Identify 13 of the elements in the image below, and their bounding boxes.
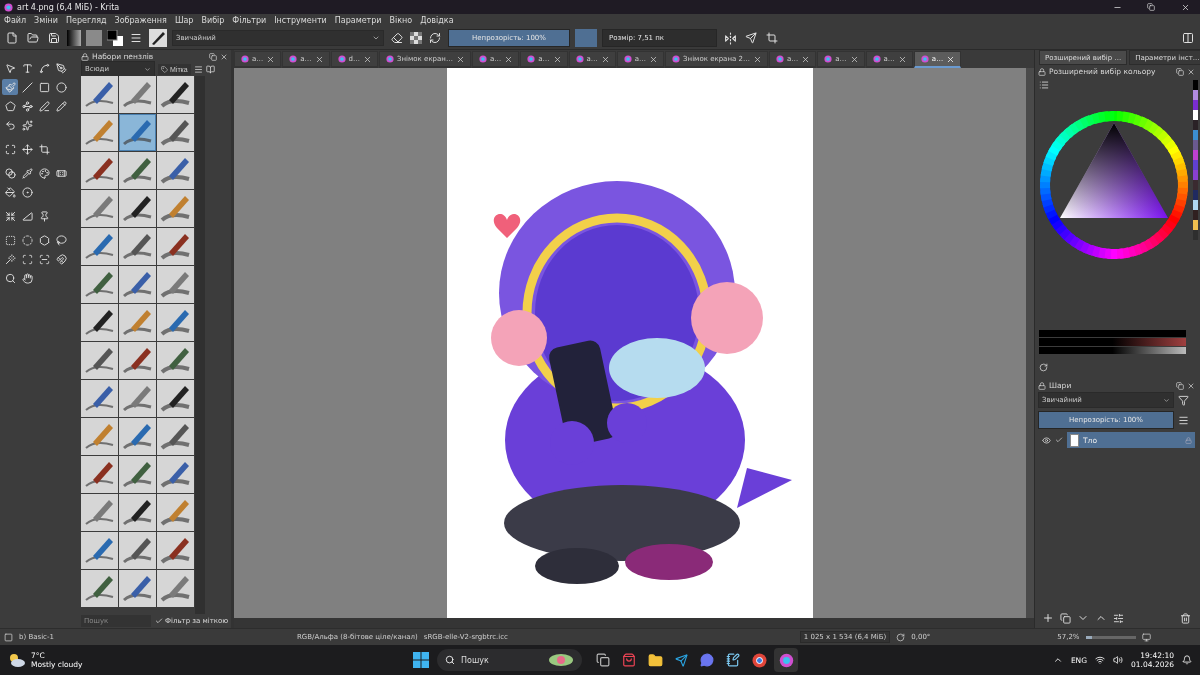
menu-item[interactable]: Перегляд: [65, 16, 107, 25]
menu-item[interactable]: Файл: [4, 16, 27, 25]
search-field[interactable]: Пошук: [437, 649, 582, 671]
menu-item[interactable]: Зміни: [34, 16, 58, 25]
menu-item[interactable]: Довідка: [420, 16, 454, 25]
menu-item[interactable]: Вікно: [389, 16, 413, 25]
menu-item[interactable]: Інструменти: [274, 16, 327, 25]
window-title: art 4.png (6,4 МіБ) - Krita: [17, 2, 121, 12]
menu-item[interactable]: Зображення: [114, 16, 167, 25]
menu-item[interactable]: Фільтри: [232, 16, 267, 25]
menu-item[interactable]: Вибір: [201, 16, 225, 25]
menu-item[interactable]: Шар: [174, 16, 194, 25]
menu-item[interactable]: Параметри: [334, 16, 382, 25]
